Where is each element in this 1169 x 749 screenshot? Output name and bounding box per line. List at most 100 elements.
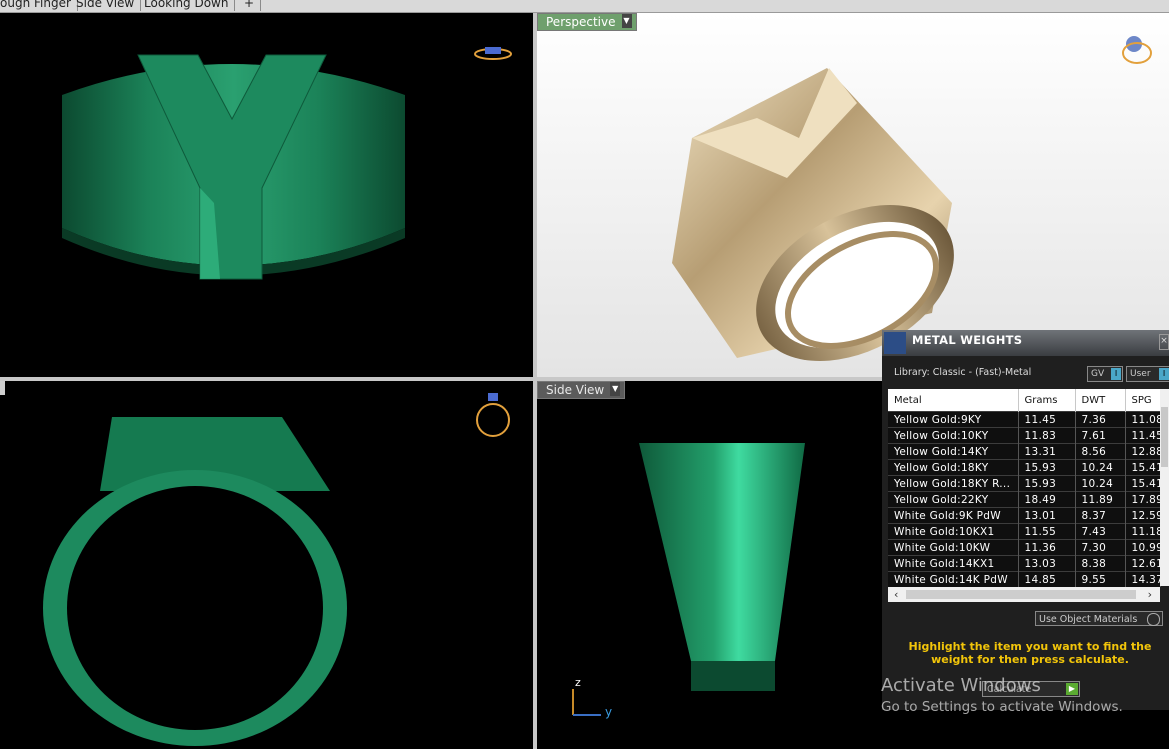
spg-cell: 17.89 [1125,491,1161,508]
spg-cell: 12.88 [1125,443,1161,460]
metal-cell: White Gold:14K PdW [888,571,1019,587]
grams-cell: 13.03 [1018,555,1076,572]
table-vertical-scrollbar[interactable] [1160,389,1169,586]
use-object-materials-toggle[interactable]: Use Object Materials [1035,611,1163,626]
dwt-cell: 7.30 [1075,539,1126,556]
dropdown-arrow-icon[interactable]: ▼ [610,382,621,396]
dwt-cell: 7.43 [1075,523,1126,540]
grams-cell: 15.93 [1018,459,1076,476]
side-view-label[interactable]: Side View ▼ [537,381,626,399]
dropdown-arrow-icon[interactable]: ▼ [621,14,632,28]
metal-cell: Yellow Gold:18KY [888,459,1019,476]
gv-toggle-label: GV [1091,369,1105,379]
table-row[interactable]: White Gold:10KX1 11.55 7.43 11.18 [888,523,1161,540]
view-tab-bar: ough Finger Side View Looking Down + [0,0,1169,13]
table-row[interactable]: Yellow Gold:10KY 11.83 7.61 11.45 [888,427,1161,444]
user-indicator-icon: I [1159,368,1169,380]
table-row[interactable]: Yellow Gold:14KY 13.31 8.56 12.88 [888,443,1161,460]
tab-side-view[interactable]: Side View [76,0,142,11]
perspective-label-text: Perspective [546,15,616,29]
column-header-grams[interactable]: Grams [1018,389,1076,412]
table-row[interactable]: White Gold:14K PdW 14.85 9.55 14.37 [888,571,1161,587]
spg-cell: 14.37 [1125,571,1161,587]
viewport-vertical-splitter[interactable] [533,13,537,749]
table-row[interactable]: White Gold:9K PdW 13.01 8.37 12.59 [888,507,1161,524]
add-tab-button[interactable]: + [244,0,262,11]
axis-y-label: y [605,705,613,719]
grams-cell: 11.45 [1018,411,1076,428]
column-header-metal[interactable]: Metal [888,389,1019,412]
metal-weights-logo-icon [884,332,906,354]
table-row[interactable]: Yellow Gold:9KY 11.45 7.36 11.08 [888,411,1161,428]
grams-cell: 11.83 [1018,427,1076,444]
table-row[interactable]: White Gold:14KX1 13.03 8.38 12.61 [888,555,1161,572]
table-header-row: Metal Grams DWT SPG [888,389,1161,412]
spg-cell: 15.41 [1125,475,1161,492]
metal-cell: White Gold:9K PdW [888,507,1019,524]
side-view-label-text: Side View [546,383,605,397]
metal-cell: Yellow Gold:18KY R... [888,475,1019,492]
metal-cell: Yellow Gold:14KY [888,443,1019,460]
spg-cell: 11.08 [1125,411,1161,428]
table-row[interactable]: Yellow Gold:22KY 18.49 11.89 17.89 [888,491,1161,508]
metal-cell: Yellow Gold:9KY [888,411,1019,428]
spg-cell: 12.59 [1125,507,1161,524]
spg-cell: 15.41 [1125,459,1161,476]
use-object-materials-label: Use Object Materials [1039,614,1138,625]
viewport-front[interactable] [0,13,533,377]
grams-cell: 15.93 [1018,475,1076,492]
user-toggle[interactable]: User I [1126,366,1169,382]
spg-cell: 10.99 [1125,539,1161,556]
watermark-line-1: Activate Windows [881,675,1041,696]
table-row[interactable]: Yellow Gold:18KY 15.93 10.24 15.41 [888,459,1161,476]
gv-toggle[interactable]: GV I [1087,366,1123,382]
radio-icon [1147,613,1160,626]
scroll-left-icon[interactable]: ‹ [894,587,898,602]
dwt-cell: 11.89 [1075,491,1126,508]
metal-cell: White Gold:10KX1 [888,523,1019,540]
column-header-spg[interactable]: SPG [1125,389,1161,412]
dwt-cell: 8.56 [1075,443,1126,460]
grams-cell: 18.49 [1018,491,1076,508]
grams-cell: 14.85 [1018,571,1076,587]
table-horizontal-scrollbar[interactable]: ‹ › [888,587,1160,602]
spg-cell: 11.18 [1125,523,1161,540]
activation-watermark: Activate Windows Go to Settings to activ… [881,676,1123,716]
table-row[interactable]: Yellow Gold:18KY R... 15.93 10.24 15.41 [888,475,1161,492]
metal-weights-table: Metal Grams DWT SPG Yellow Gold:9KY 11.45… [888,389,1161,587]
grams-cell: 11.55 [1018,523,1076,540]
vertical-scroll-thumb[interactable] [1161,407,1168,467]
spg-cell: 11.45 [1125,427,1161,444]
grams-cell: 11.36 [1018,539,1076,556]
dwt-cell: 8.37 [1075,507,1126,524]
table-row[interactable]: White Gold:10KW 11.36 7.30 10.99 [888,539,1161,556]
metal-cell: White Gold:14KX1 [888,555,1019,572]
axis-z-label: z [575,676,581,689]
viewport-perspective[interactable]: Perspective ▼ [537,13,1169,377]
dwt-cell: 9.55 [1075,571,1126,587]
scroll-right-icon[interactable]: › [1148,587,1152,602]
horizontal-scroll-thumb[interactable] [906,590,1136,599]
tab-rough-finger[interactable]: ough Finger [0,0,78,11]
user-toggle-label: User [1130,369,1151,379]
dwt-cell: 8.38 [1075,555,1126,572]
metal-cell: Yellow Gold:22KY [888,491,1019,508]
spg-cell: 12.61 [1125,555,1161,572]
column-header-dwt[interactable]: DWT [1075,389,1126,412]
dwt-cell: 7.36 [1075,411,1126,428]
ring-front-render [62,47,512,280]
metal-cell: Yellow Gold:10KY [888,427,1019,444]
dwt-cell: 10.24 [1075,475,1126,492]
gv-indicator-icon: I [1111,368,1121,380]
perspective-label[interactable]: Perspective ▼ [537,13,637,31]
instruction-text: Highlight the item you want to find the … [908,640,1152,666]
metal-weights-panel: METAL WEIGHTS × Library: Classic - (Fast… [882,330,1169,710]
ring-top-render [0,381,510,746]
grams-cell: 13.31 [1018,443,1076,460]
panel-title-bar[interactable]: METAL WEIGHTS × [882,330,1169,356]
tab-looking-down[interactable]: Looking Down [144,0,236,11]
close-icon[interactable]: × [1159,334,1169,350]
viewport-top[interactable] [0,381,533,749]
panel-title: METAL WEIGHTS [912,333,1023,347]
watermark-line-2: Go to Settings to activate Windows. [881,699,1123,715]
